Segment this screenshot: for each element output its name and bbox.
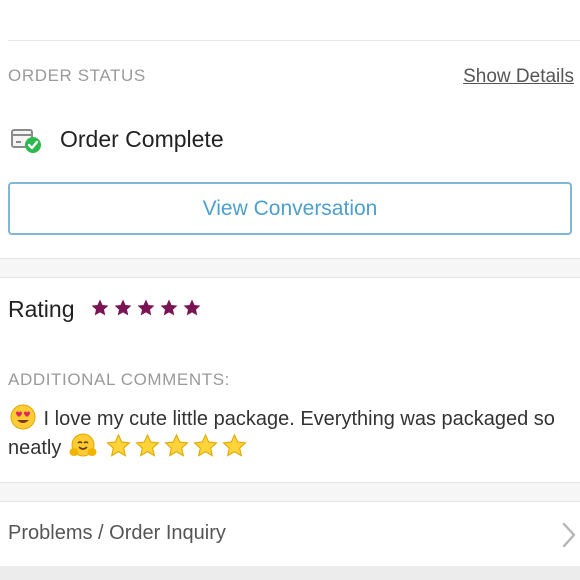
view-conversation-button[interactable]: View Conversation xyxy=(8,182,572,235)
package-check-icon xyxy=(11,129,41,153)
bottom-separator xyxy=(0,566,580,580)
star-emoji-icon xyxy=(163,433,189,457)
order-inquiry-label: Problems / Order Inquiry xyxy=(8,522,226,544)
additional-comments-label: ADDITIONAL COMMENTS: xyxy=(8,370,230,389)
star-emoji-icon xyxy=(105,433,131,457)
show-details-link[interactable]: Show Details xyxy=(463,66,574,88)
star-icon xyxy=(137,299,155,316)
star-icon xyxy=(183,299,201,316)
star-icon xyxy=(160,299,178,316)
section-separator xyxy=(0,258,580,278)
star-emoji-icon xyxy=(192,433,218,457)
top-divider xyxy=(8,40,580,41)
star-emoji-icon xyxy=(134,433,160,457)
rating-stars xyxy=(90,298,202,318)
star-emoji-row xyxy=(105,433,248,459)
star-emoji-icon xyxy=(221,433,247,457)
heart-eyes-emoji-icon xyxy=(10,404,36,430)
star-icon xyxy=(91,299,109,316)
comment-text: I love my cute little package. Everythin… xyxy=(8,404,576,462)
rating-label: Rating xyxy=(8,296,75,322)
order-inquiry-row[interactable]: Problems / Order Inquiry xyxy=(0,502,580,564)
star-icon xyxy=(114,299,132,316)
order-status-label: ORDER STATUS xyxy=(8,66,146,85)
section-separator xyxy=(0,482,580,502)
order-status-text: Order Complete xyxy=(60,126,224,152)
chevron-right-icon xyxy=(562,522,576,548)
hugging-emoji-icon xyxy=(69,433,97,457)
